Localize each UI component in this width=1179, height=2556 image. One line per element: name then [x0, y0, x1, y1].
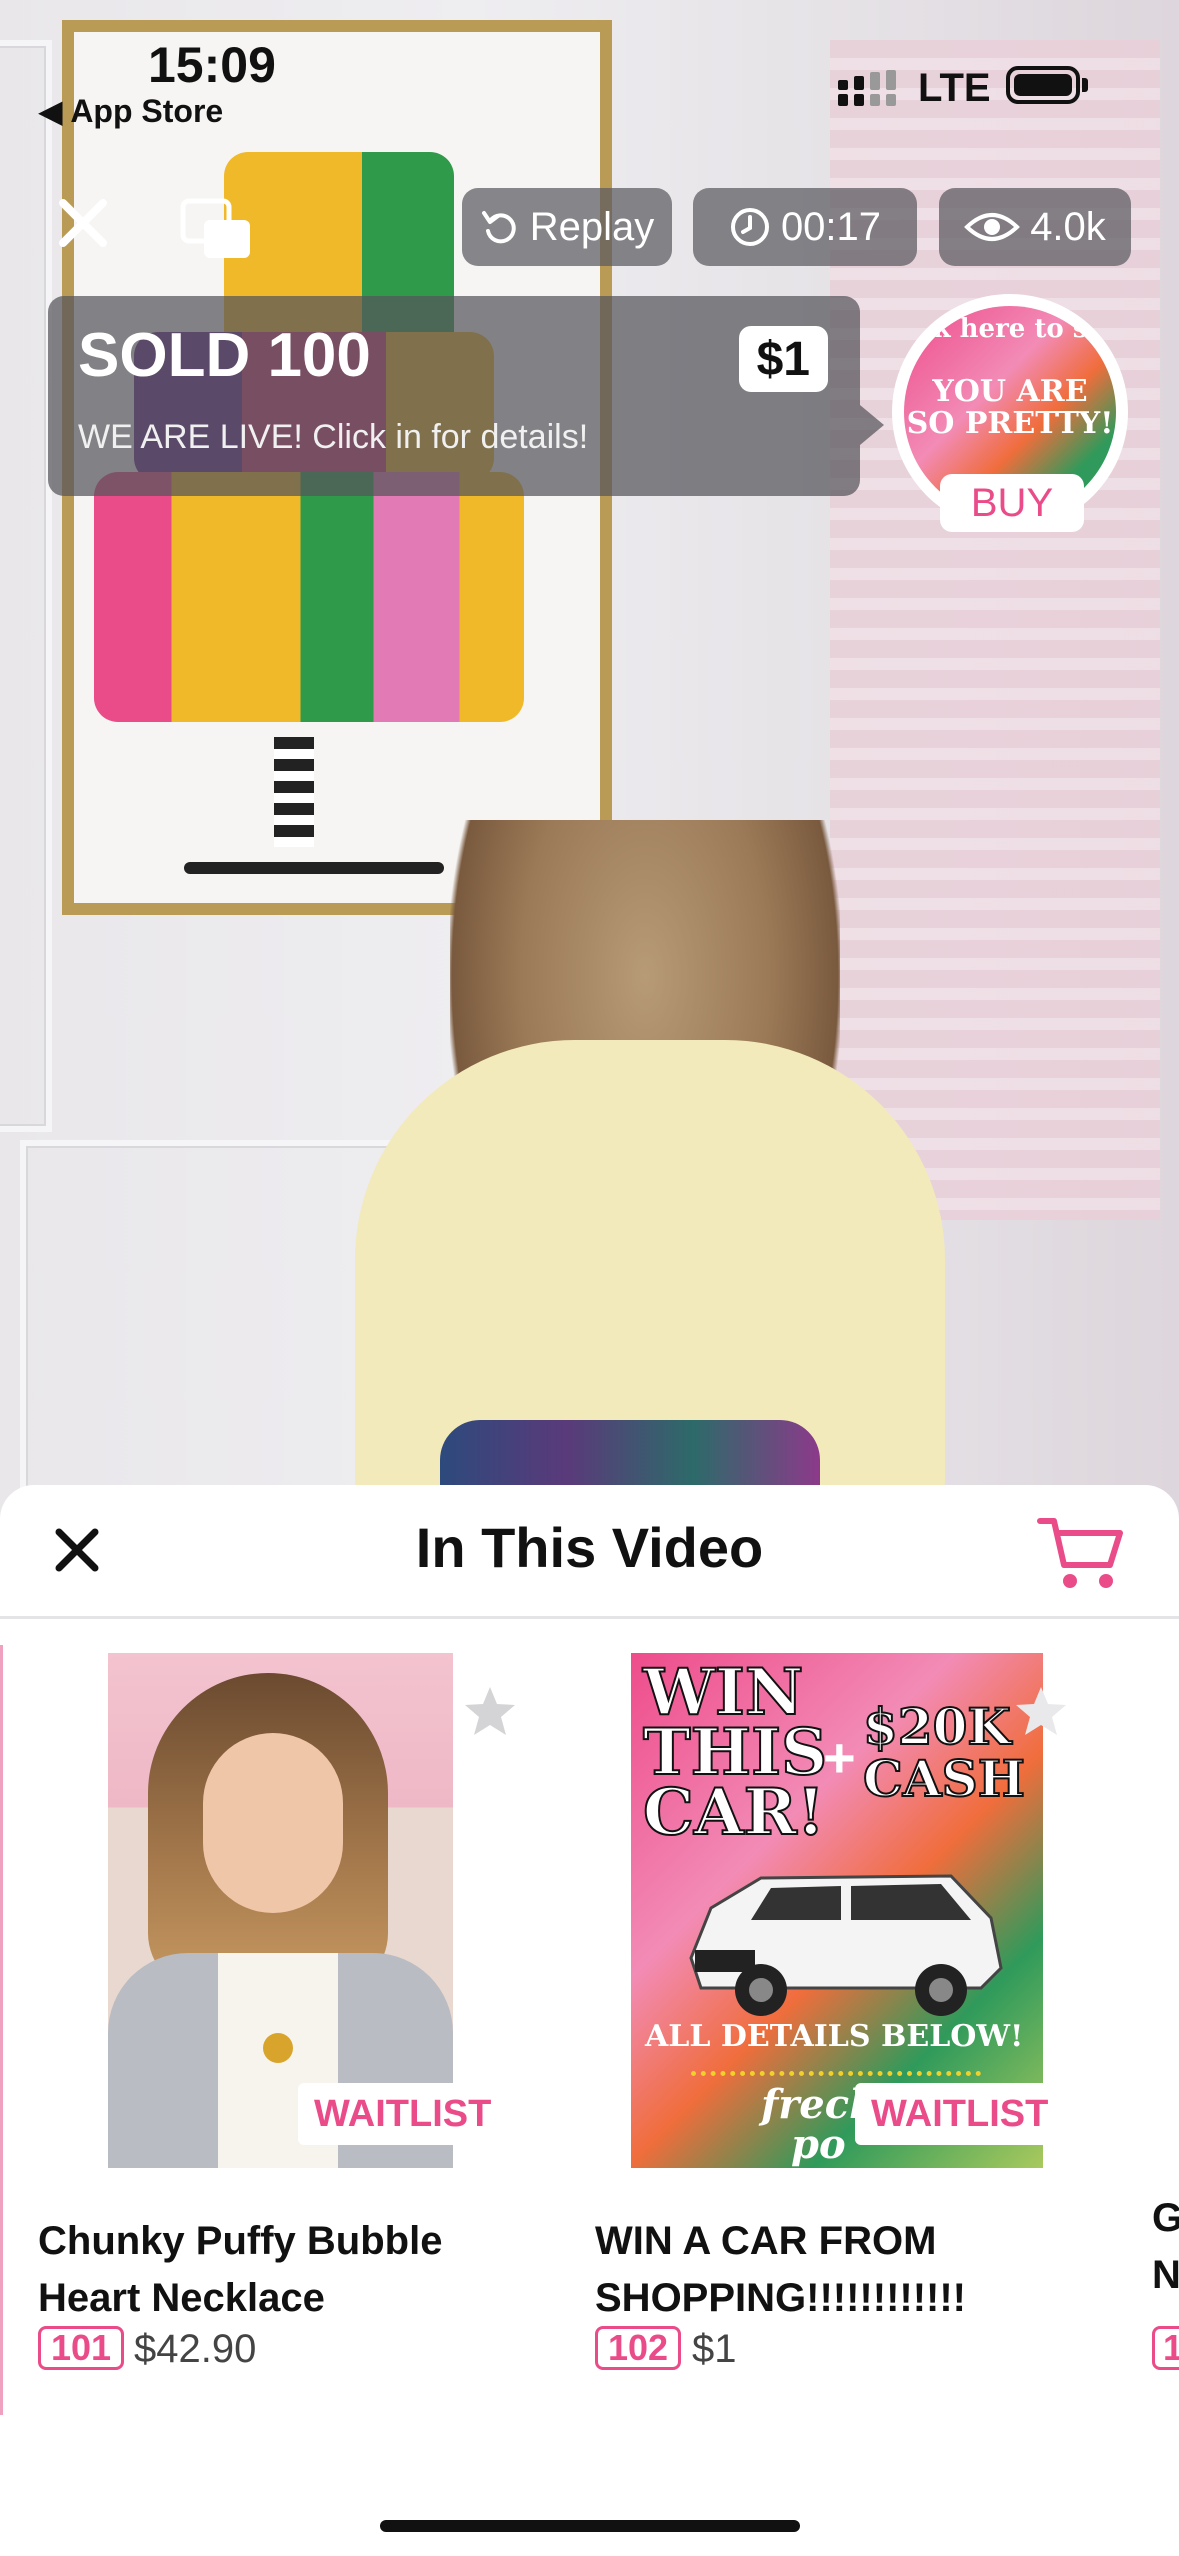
in-this-video-sheet: In This Video WAITLIST Chunky Puffy Bubb…: [0, 1485, 1179, 2556]
model-face: [203, 1733, 343, 1913]
signal-icon: [838, 70, 896, 106]
thumbnail-top-text: k here to s: [932, 314, 1088, 344]
battery-icon: [1006, 66, 1080, 104]
product-name: WIN A CAR FROM SHOPPING!!!!!!!!!!!!: [595, 2219, 966, 2320]
cake-tier: [94, 472, 524, 722]
cart-icon[interactable]: [1036, 1513, 1126, 1593]
promo-plus: +: [823, 1726, 856, 1789]
network-type: LTE: [918, 66, 991, 110]
replay-icon: [481, 211, 516, 244]
product-number: 102: [595, 2326, 682, 2370]
battery-tip: [1082, 78, 1088, 92]
product-price: $1: [692, 2327, 737, 2371]
next-card-peek-number: 1: [1152, 2326, 1179, 2370]
promo-cash-amount: $20K: [862, 1696, 1012, 1757]
replay-label: Replay: [529, 204, 655, 249]
cake-base: [184, 862, 444, 874]
banner-pointer: [860, 405, 884, 445]
favorite-star-icon[interactable]: [462, 1683, 518, 1739]
promo-car: CAR!: [642, 1774, 826, 1851]
favorite-star-icon[interactable]: [1013, 1683, 1069, 1739]
product-number: 101: [38, 2326, 125, 2370]
thumbnail-main-text: YOU ARE SO PRETTY!: [906, 374, 1114, 441]
replay-button[interactable]: Replay: [462, 188, 672, 266]
sheet-title: In This Video: [415, 1516, 764, 1579]
price-badge: $1: [738, 326, 828, 392]
banner-title: SOLD 100: [78, 321, 371, 390]
close-video-icon[interactable]: [55, 195, 111, 251]
promo-brand-2: po: [791, 2121, 846, 2168]
product-price: $42.90: [134, 2327, 257, 2371]
waitlist-badge: WAITLIST: [298, 2083, 508, 2145]
promo-cash-label: CASH: [862, 1748, 1026, 1809]
promo-details: ALL DETAILS BELOW!: [645, 2019, 1024, 2054]
timer-value: 00:17: [780, 204, 882, 249]
viewer-value: 4.0k: [1030, 204, 1106, 249]
picture-in-picture-icon[interactable]: [180, 198, 252, 260]
sheet-divider: [0, 1616, 1179, 1619]
banner-subtitle: WE ARE LIVE! Click in for details!: [78, 418, 589, 456]
wall-molding: [0, 40, 52, 1132]
carousel-edge: [0, 1645, 3, 2415]
promo-squiggle: [691, 2061, 981, 2076]
cake-stand: [274, 737, 314, 847]
buy-button[interactable]: BUY: [940, 474, 1084, 532]
suv-image: [689, 1874, 1003, 2016]
product-name: Chunky Puffy Bubble Heart Necklace: [38, 2219, 443, 2320]
waitlist-badge: WAITLIST: [855, 2083, 1065, 2145]
clock-icon: [730, 208, 769, 246]
elapsed-timer: 00:17: [693, 188, 917, 266]
heart-pendant: [263, 2033, 293, 2063]
next-card-peek-text: N: [1152, 2253, 1179, 2297]
next-card-peek-text: G: [1152, 2196, 1179, 2240]
status-time: 15:09: [148, 37, 276, 93]
eye-icon: [964, 213, 1021, 241]
back-to-app-store-link[interactable]: ◀ App Store: [38, 92, 223, 130]
home-indicator[interactable]: [380, 2520, 800, 2532]
viewer-count: 4.0k: [939, 188, 1131, 266]
sold-banner[interactable]: SOLD 100 WE ARE LIVE! Click in for detai…: [48, 296, 860, 496]
